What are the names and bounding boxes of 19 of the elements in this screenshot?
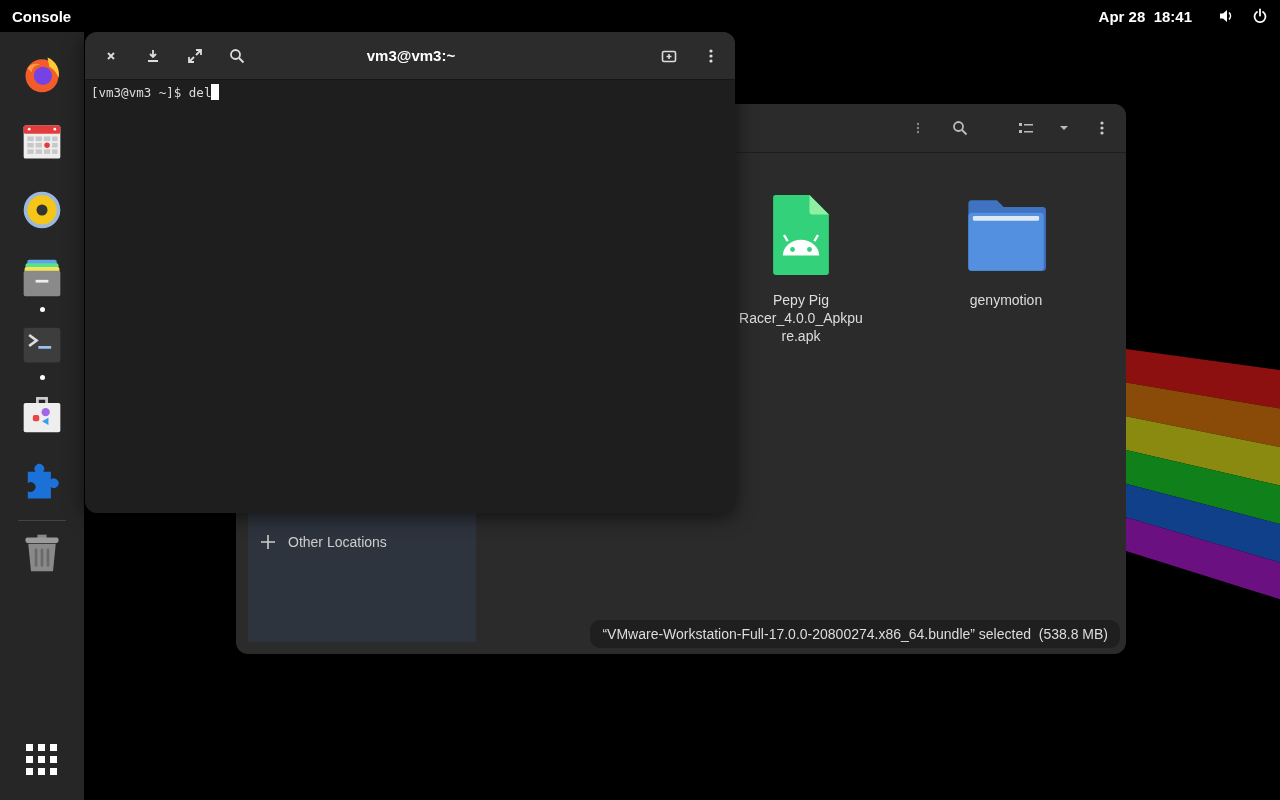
activities-button[interactable]: Console <box>12 7 1099 25</box>
download-icon[interactable] <box>145 47 161 64</box>
power-icon[interactable] <box>1252 8 1268 24</box>
search-icon[interactable] <box>952 120 968 136</box>
folder-icon[interactable] <box>966 198 1046 272</box>
file-name[interactable]: genymotion <box>943 291 1069 309</box>
text-cursor <box>211 84 220 100</box>
volume-icon[interactable] <box>1218 8 1234 24</box>
window-title: vm3@vm3:~ <box>365 47 457 64</box>
terminal-line: [vm3@vm3 ~]$ del <box>91 84 212 100</box>
selection-status: “VMware-Workstation-Full-17.0.0-20800274.x86_64.bundle” selected (538.8 MB) <box>590 620 1120 648</box>
list-view-icon[interactable] <box>1018 120 1034 136</box>
search-icon[interactable] <box>229 47 245 64</box>
app-grid-icon[interactable] <box>26 744 58 776</box>
file-name[interactable]: Pepy Pig Racer_4.0.0_Apkpure.apk <box>738 291 864 345</box>
sidebar-item[interactable]: Other Locations <box>248 528 476 556</box>
expand-icon[interactable] <box>187 47 203 64</box>
plus-icon <box>260 534 276 550</box>
clock[interactable]: Apr 28 18:41 <box>1098 7 1192 25</box>
